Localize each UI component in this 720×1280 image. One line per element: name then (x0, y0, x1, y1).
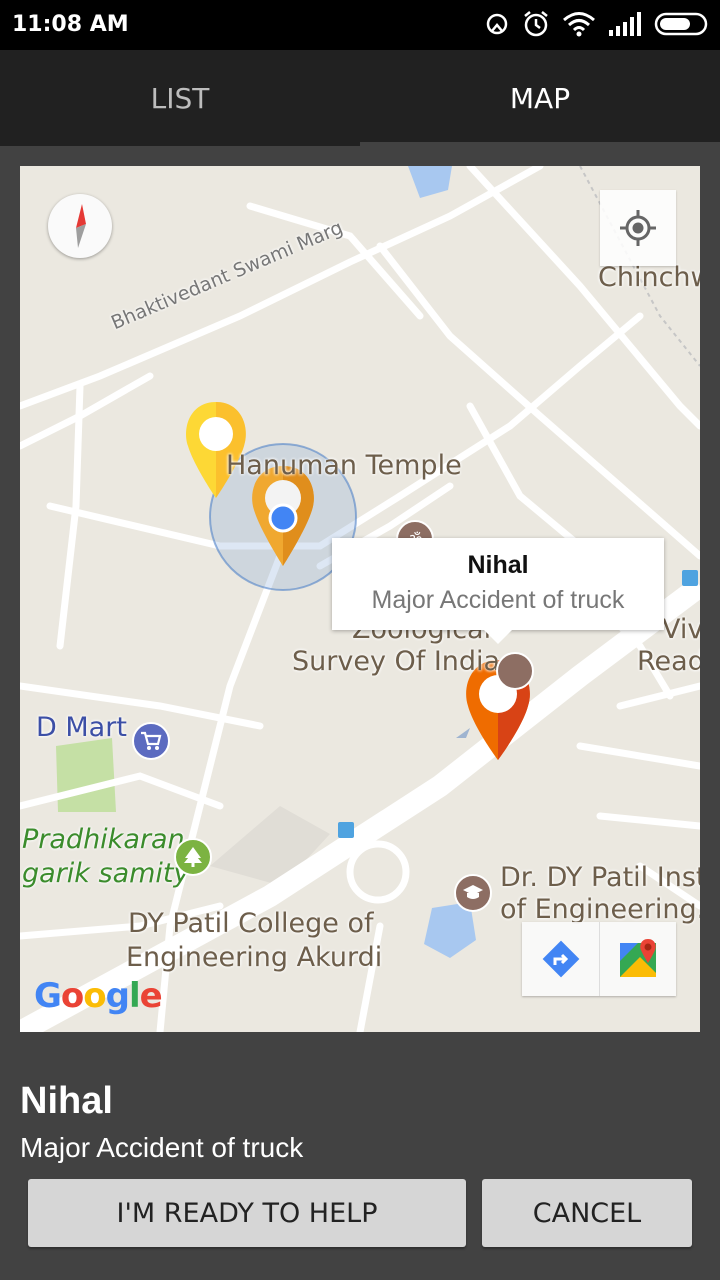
map-label-dypatil-college-1: DY Patil College of (128, 908, 374, 939)
museum-poi-icon[interactable] (496, 652, 534, 690)
info-window-pointer (484, 630, 512, 644)
tab-bar: LIST MAP (0, 50, 720, 146)
google-logo: Google (34, 976, 163, 1016)
google-logo-o1: o (60, 976, 84, 1016)
map-label-vivek-1: Viv (662, 614, 700, 645)
wifi-icon (563, 12, 595, 37)
map-label-dmart: D Mart (36, 712, 127, 743)
compass-icon[interactable] (48, 194, 112, 258)
google-logo-o2: o (83, 976, 106, 1016)
cancel-button[interactable]: CANCEL (482, 1179, 692, 1247)
map-label-chinchwad: Chinchw (598, 262, 700, 293)
google-logo-g1: G (34, 976, 62, 1016)
map-label-temple: Hanuman Temple (226, 450, 462, 481)
google-logo-g2: g (105, 976, 130, 1016)
status-bar: 11:08 AM (0, 0, 720, 50)
tab-map[interactable]: MAP (360, 50, 720, 146)
info-window-snippet: Major Accident of truck (371, 586, 625, 614)
school-poi-icon[interactable] (454, 874, 492, 912)
alarm-icon (524, 11, 548, 37)
tab-map-underline (360, 142, 720, 146)
detail-title: Nihal (20, 1080, 113, 1122)
open-google-maps-button[interactable] (599, 922, 676, 996)
my-location-icon (620, 210, 656, 246)
detail-subtitle: Major Accident of truck (20, 1132, 304, 1163)
directions-icon (542, 940, 579, 978)
my-location-button[interactable] (600, 190, 676, 266)
map-view[interactable]: Bhaktivedant Swami Marg Hanuman Temple C… (20, 166, 700, 1032)
map-label-zoological-2: Survey Of India (292, 646, 501, 677)
tab-map-label: MAP (509, 81, 571, 115)
google-logo-e: e (139, 976, 163, 1016)
map-label-vivek-2: Read (637, 646, 700, 677)
tab-list[interactable]: LIST (0, 50, 360, 146)
map-label-dypatil-college-2: Engineering Akurdi (126, 942, 383, 973)
status-time: 11:08 AM (12, 12, 129, 37)
google-logo-l: l (128, 976, 141, 1016)
map-label-dypatil-inst-1: Dr. DY Patil Inst (500, 862, 700, 893)
park-tree-icon[interactable] (174, 838, 212, 876)
tab-list-underline (0, 142, 360, 146)
status-icons (484, 10, 710, 38)
shopping-cart-icon[interactable] (132, 722, 170, 760)
map-label-dypatil-inst-2: of Engineering... (500, 894, 700, 925)
ready-to-help-button[interactable]: I'M READY TO HELP (28, 1179, 466, 1247)
directions-button[interactable] (522, 922, 599, 996)
tab-list-label: LIST (150, 81, 210, 115)
google-maps-icon (620, 939, 656, 977)
map-label-pradhikaran-1: Pradhikaran (22, 824, 185, 855)
map-label-pradhikaran-2: garik samity (22, 858, 190, 889)
sync-icon (486, 13, 508, 35)
info-window-title: Nihal (467, 551, 529, 579)
marker-info-window[interactable]: Nihal Major Accident of truck (332, 538, 664, 644)
map-toolbar (522, 922, 676, 996)
battery-icon (654, 12, 708, 36)
signal-icon (609, 12, 641, 36)
